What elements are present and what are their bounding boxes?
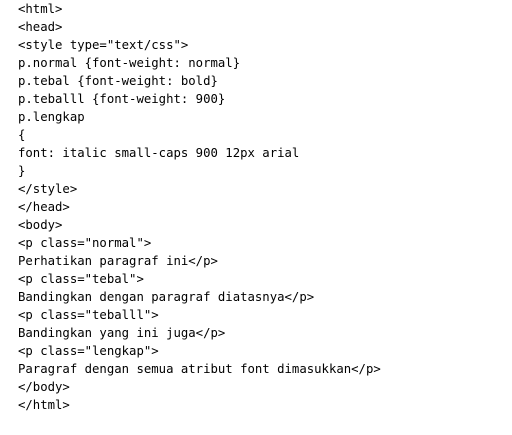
code-line: <body> (18, 218, 63, 232)
code-line: <html> (18, 2, 63, 16)
code-line: p.lengkap (18, 110, 85, 124)
code-line: <p class="normal"> (18, 236, 152, 250)
code-line: </head> (18, 200, 70, 214)
code-line: <p class="lengkap"> (18, 344, 159, 358)
code-line: { (18, 128, 26, 142)
code-line: } (18, 164, 26, 178)
code-line: Paragraf dengan semua atribut font dimas… (18, 362, 381, 376)
code-line: </style> (18, 182, 78, 196)
code-line: Perhatikan paragraf ini</p> (18, 254, 218, 268)
code-line: p.normal {font-weight: normal} (18, 56, 241, 70)
code-line: <style type="text/css"> (18, 38, 189, 52)
code-line: p.teballl {font-weight: 900} (18, 92, 226, 106)
code-line: <head> (18, 20, 63, 34)
code-line: <p class="teballl"> (18, 308, 159, 322)
code-line: <p class="tebal"> (18, 272, 144, 286)
code-line: font: italic small-caps 900 12px arial (18, 146, 300, 160)
code-line: </html> (18, 398, 70, 412)
code-listing: <html> <head> <style type="text/css"> p.… (18, 0, 512, 414)
code-line: Bandingkan dengan paragraf diatasnya</p> (18, 290, 315, 304)
code-line: p.tebal {font-weight: bold} (18, 74, 218, 88)
code-line: </body> (18, 380, 70, 394)
code-line: Bandingkan yang ini juga</p> (18, 326, 226, 340)
